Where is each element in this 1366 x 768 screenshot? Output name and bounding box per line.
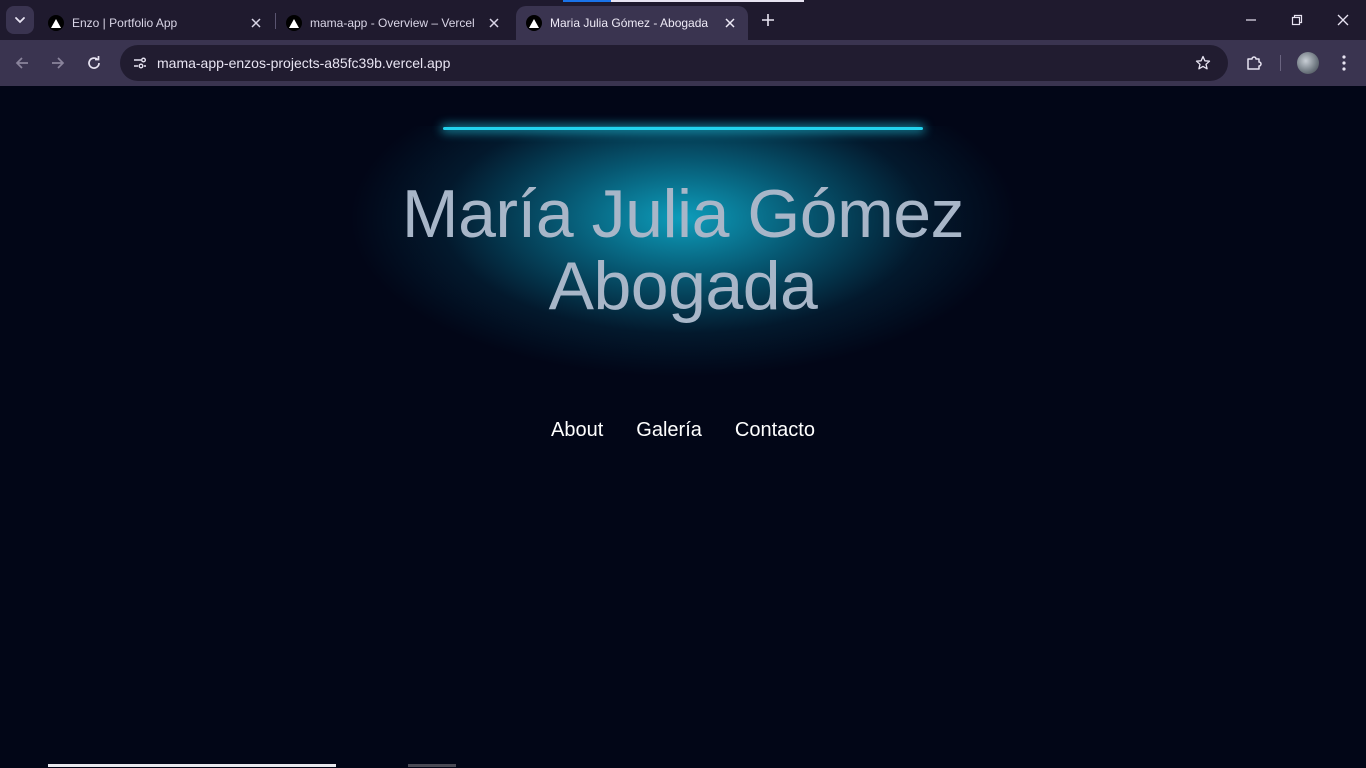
tab-title: Enzo | Portfolio App (72, 16, 178, 30)
arrow-left-icon (15, 57, 28, 69)
vercel-triangle-icon (526, 15, 542, 31)
browser-tab-strip: Enzo | Portfolio App mama-app - Overview… (0, 0, 1366, 40)
arrow-right-icon (52, 57, 65, 69)
browser-toolbar: mama-app-enzos-projects-a85fc39b.vercel.… (0, 40, 1366, 86)
restore-button[interactable] (1274, 0, 1320, 40)
nav-link-contacto[interactable]: Contacto (735, 419, 815, 442)
taskbar-preview-strip (408, 764, 456, 767)
page-viewport: María Julia Gómez Abogada About Galería … (0, 86, 1366, 768)
kebab-icon (1342, 55, 1346, 71)
forward-button[interactable] (43, 48, 73, 78)
url-text[interactable]: mama-app-enzos-projects-a85fc39b.vercel.… (157, 55, 450, 71)
plus-icon (762, 14, 774, 26)
close-icon[interactable] (722, 15, 738, 31)
toolbar-divider (1280, 55, 1281, 71)
extensions-button[interactable] (1239, 48, 1269, 78)
restore-icon (1291, 14, 1303, 26)
hero-name: María Julia Gómez (401, 176, 965, 252)
tune-icon (134, 57, 146, 69)
close-window-button[interactable] (1320, 0, 1366, 40)
main-nav: About Galería Contacto (0, 419, 1366, 442)
close-icon[interactable] (486, 15, 502, 31)
browser-menu-button[interactable] (1329, 48, 1359, 78)
loading-indicator-track (611, 0, 804, 2)
reload-button[interactable] (79, 48, 109, 78)
reload-icon (88, 56, 100, 69)
puzzle-icon (1247, 56, 1262, 70)
browser-tab[interactable]: Enzo | Portfolio App (38, 6, 274, 40)
browser-tab[interactable]: mama-app - Overview – Vercel (276, 6, 512, 40)
profile-avatar[interactable] (1297, 52, 1319, 74)
vercel-triangle-icon (286, 15, 302, 31)
tab-title: mama-app - Overview – Vercel (310, 16, 475, 30)
taskbar-preview-strip (48, 764, 336, 767)
close-icon[interactable] (248, 15, 264, 31)
site-info-button[interactable] (126, 49, 154, 77)
hero-role: Abogada (548, 248, 818, 324)
close-icon (1337, 14, 1349, 26)
new-tab-button[interactable] (756, 8, 780, 32)
minimize-button[interactable] (1228, 0, 1274, 40)
chevron-down-icon (15, 17, 25, 24)
star-icon (1195, 55, 1211, 70)
nav-link-about[interactable]: About (551, 419, 603, 442)
bookmark-button[interactable] (1190, 51, 1216, 75)
tab-search-button[interactable] (6, 6, 34, 34)
vercel-triangle-icon (48, 15, 64, 31)
nav-link-galeria[interactable]: Galería (636, 419, 702, 442)
browser-tab-active[interactable]: Maria Julia Gómez - Abogada (516, 6, 748, 40)
minimize-icon (1246, 19, 1256, 21)
tab-title: Maria Julia Gómez - Abogada (550, 16, 709, 30)
lamp-line (443, 127, 923, 130)
address-bar[interactable]: mama-app-enzos-projects-a85fc39b.vercel.… (120, 45, 1228, 81)
loading-indicator (563, 0, 611, 2)
hero-title: María Julia Gómez Abogada (283, 178, 1083, 322)
back-button[interactable] (7, 48, 37, 78)
